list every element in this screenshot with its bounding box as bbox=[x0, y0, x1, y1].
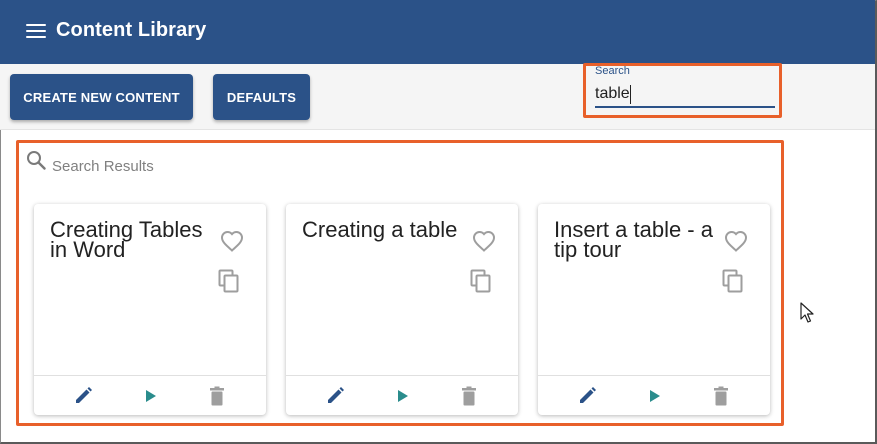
play-icon[interactable] bbox=[392, 386, 414, 406]
edit-pencil-icon[interactable] bbox=[73, 386, 95, 406]
copy-icon[interactable] bbox=[722, 269, 744, 293]
search-results-label: Search Results bbox=[52, 158, 154, 175]
delete-trash-icon[interactable] bbox=[710, 386, 732, 406]
edit-pencil-icon[interactable] bbox=[577, 386, 599, 406]
content-card[interactable]: Insert a table - a tip tour bbox=[538, 204, 770, 415]
app-header: Content Library bbox=[0, 0, 875, 64]
copy-icon[interactable] bbox=[218, 269, 240, 293]
card-title: Insert a table - a tip tour bbox=[554, 217, 713, 262]
card-title: Creating a table bbox=[302, 217, 458, 242]
favorite-heart-icon[interactable] bbox=[472, 230, 496, 252]
edit-pencil-icon[interactable] bbox=[325, 386, 347, 406]
app-title: Content Library bbox=[56, 19, 207, 41]
hamburger-menu-icon[interactable] bbox=[26, 24, 46, 40]
favorite-heart-icon[interactable] bbox=[724, 230, 748, 252]
search-input[interactable] bbox=[595, 82, 775, 108]
card-actions bbox=[34, 375, 266, 415]
defaults-button[interactable]: DEFAULTS bbox=[213, 74, 310, 120]
mouse-cursor-icon bbox=[800, 302, 814, 323]
card-actions bbox=[286, 375, 518, 415]
favorite-heart-icon[interactable] bbox=[220, 230, 244, 252]
play-icon[interactable] bbox=[140, 386, 162, 406]
card-actions bbox=[538, 375, 770, 415]
delete-trash-icon[interactable] bbox=[458, 386, 480, 406]
content-card[interactable]: Creating a table bbox=[286, 204, 518, 415]
card-title: Creating Tables in Word bbox=[50, 217, 203, 262]
copy-icon[interactable] bbox=[470, 269, 492, 293]
content-card[interactable]: Creating Tables in Word bbox=[34, 204, 266, 415]
search-label: Search bbox=[595, 65, 630, 77]
delete-trash-icon[interactable] bbox=[206, 386, 228, 406]
play-icon[interactable] bbox=[644, 386, 666, 406]
search-icon bbox=[27, 151, 46, 170]
create-new-content-button[interactable]: CREATE NEW CONTENT bbox=[10, 74, 193, 120]
text-caret bbox=[630, 85, 631, 104]
